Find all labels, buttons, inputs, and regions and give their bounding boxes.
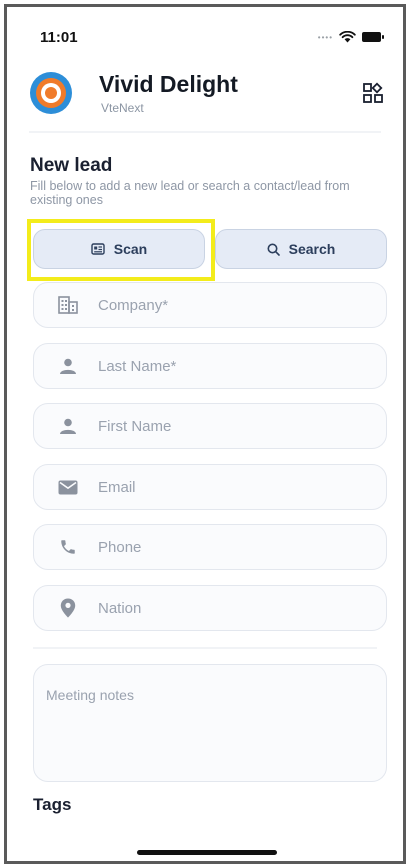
scan-card-icon (91, 243, 105, 255)
app-title: Vivid Delight (99, 71, 238, 97)
status-time: 11:01 (40, 29, 78, 46)
last-name-placeholder: Last Name* (98, 357, 177, 375)
section-title: New lead (30, 155, 113, 176)
location-pin-icon (54, 598, 82, 618)
meeting-notes-placeholder: Meeting notes (46, 687, 134, 703)
signal-dots: •••• (317, 32, 333, 42)
app-header: Vivid Delight VteNext (7, 63, 403, 133)
company-field[interactable]: Company* (33, 282, 387, 328)
wifi-icon (339, 31, 356, 43)
home-indicator (137, 850, 277, 855)
phone-placeholder: Phone (98, 538, 142, 556)
first-name-placeholder: First Name (98, 417, 172, 435)
mail-icon (54, 477, 82, 497)
status-icons: •••• (317, 31, 384, 43)
nation-field[interactable]: Nation (33, 585, 387, 631)
app-subtitle: VteNext (101, 101, 144, 115)
meeting-notes-textarea[interactable]: Meeting notes (33, 664, 387, 782)
header-divider (29, 131, 381, 133)
first-name-field[interactable]: First Name (33, 403, 387, 449)
phone-field[interactable]: Phone (33, 524, 387, 570)
building-icon (54, 295, 82, 315)
logo-icon (30, 72, 72, 114)
scan-button[interactable]: Scan (33, 229, 205, 269)
email-field[interactable]: Email (33, 464, 387, 510)
last-name-field[interactable]: Last Name* (33, 343, 387, 389)
phone-icon (54, 537, 82, 557)
notes-divider (33, 647, 377, 649)
status-bar: 11:01 •••• (7, 7, 403, 63)
grid-menu-icon[interactable] (359, 79, 387, 107)
battery-icon (362, 32, 384, 42)
nation-placeholder: Nation (98, 599, 142, 617)
search-button-label: Search (288, 241, 336, 257)
scan-button-label: Scan (113, 241, 148, 257)
email-placeholder: Email (98, 478, 136, 496)
search-icon (267, 243, 280, 256)
company-placeholder: Company* (98, 296, 169, 314)
person-icon (54, 356, 82, 376)
tags-heading: Tags (33, 795, 72, 814)
search-button[interactable]: Search (215, 229, 387, 269)
person-icon (54, 416, 82, 436)
phone-screen: 11:01 •••• Vivid Delight VteNext New lea… (4, 4, 406, 864)
section-description: Fill below to add a new lead or search a… (30, 179, 350, 207)
